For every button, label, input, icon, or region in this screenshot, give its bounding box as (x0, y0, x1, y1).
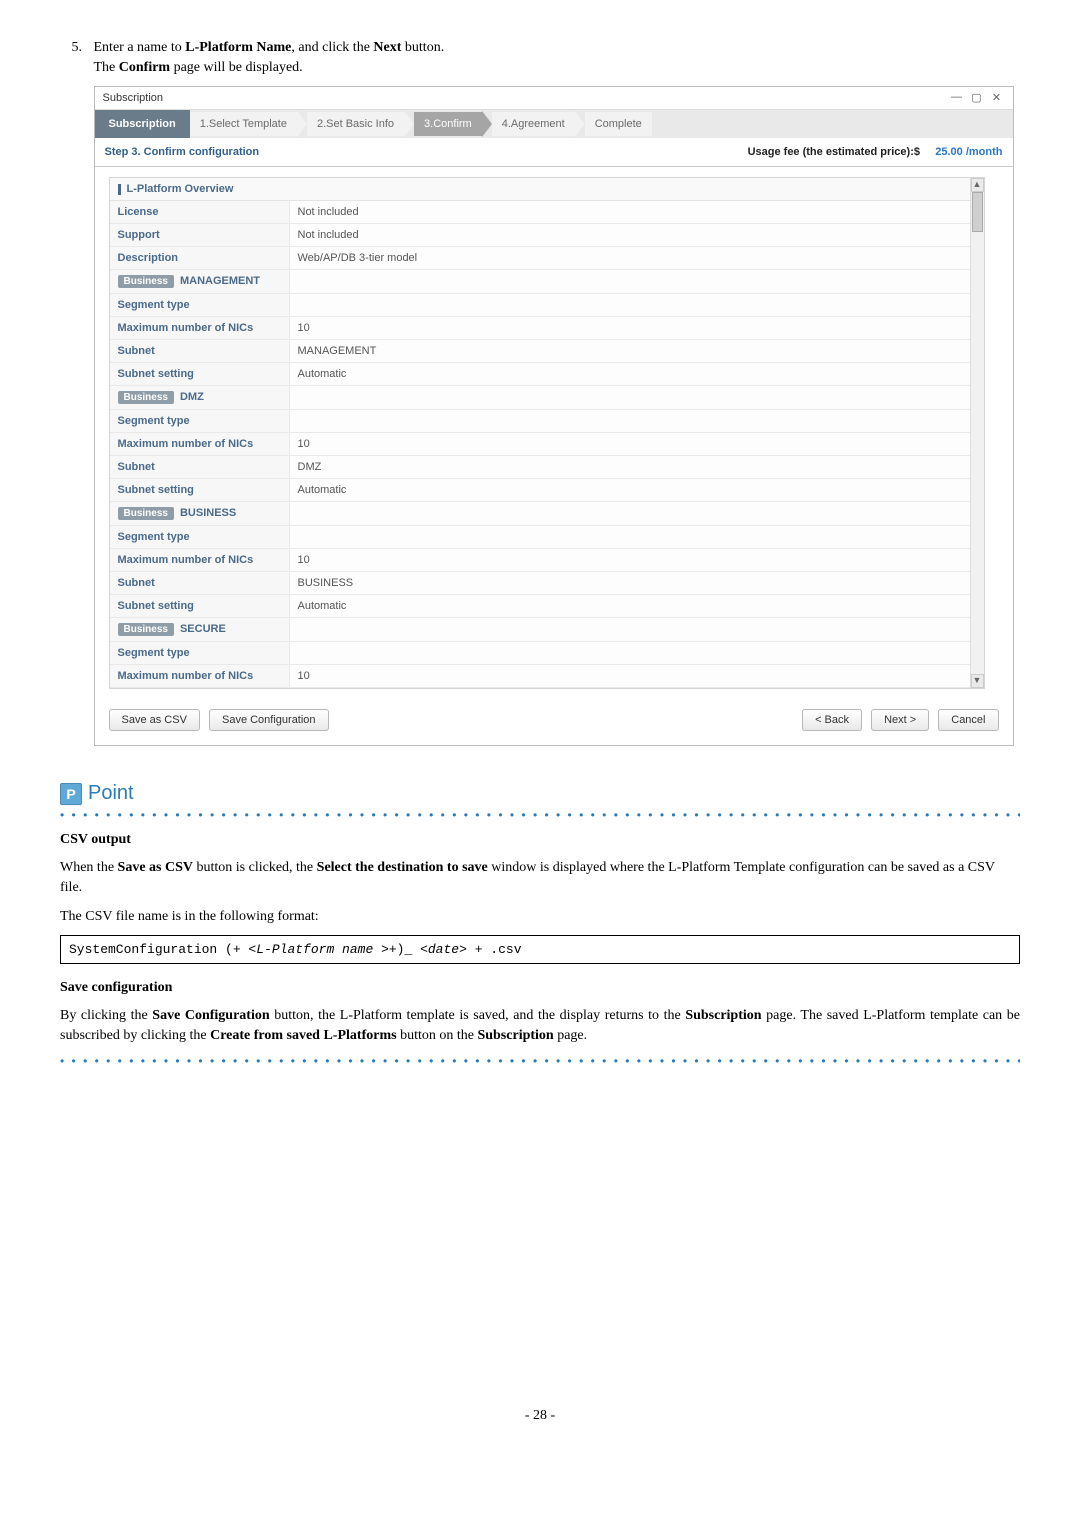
section-bar-icon (118, 184, 121, 195)
scroll-down-icon[interactable]: ▼ (971, 674, 984, 688)
chevron-right-icon (297, 111, 307, 137)
table-row: Maximum number of NICs10 (110, 317, 984, 340)
vertical-scrollbar[interactable]: ▲ ▼ (970, 178, 984, 688)
business-badge: Business (118, 623, 174, 636)
crumb-complete[interactable]: Complete (585, 112, 652, 136)
app-window: Subscription — ▢ ✕ Subscription 1.Select… (94, 86, 1014, 746)
table-row: Segment type (110, 410, 984, 433)
save-configuration-button[interactable]: Save Configuration (209, 709, 329, 731)
divider-dots-top: • • • • • • • • • • • • • • • • • • • • … (60, 808, 1020, 822)
step-number: 5. (60, 40, 90, 56)
cancel-button[interactable]: Cancel (938, 709, 998, 731)
table-row: SubnetDMZ (110, 456, 984, 479)
tab-subscription[interactable]: Subscription (95, 110, 190, 138)
row-description: DescriptionWeb/AP/DB 3-tier model (110, 247, 984, 270)
step-header-bar: Step 3. Confirm configuration Usage fee … (95, 138, 1013, 167)
table-row: SubnetMANAGEMENT (110, 340, 984, 363)
chevron-right-icon (404, 111, 414, 137)
overview-section-header: L-Platform Overview (110, 178, 984, 201)
row-license: LicenseNot included (110, 201, 984, 224)
back-button[interactable]: < Back (802, 709, 862, 731)
table-row: SubnetBUSINESS (110, 572, 984, 595)
window-maximize-icon[interactable]: ▢ (969, 91, 985, 105)
window-titlebar: Subscription — ▢ ✕ (95, 87, 1013, 110)
usage-fee: Usage fee (the estimated price):$ 25.00 … (748, 146, 1003, 158)
step-title: Step 3. Confirm configuration (105, 146, 260, 158)
scroll-thumb[interactable] (972, 192, 983, 232)
step-line-2: The Confirm page will be displayed. (94, 60, 994, 76)
business-badge: Business (118, 391, 174, 404)
point-icon: P (60, 783, 82, 805)
table-row: Segment type (110, 294, 984, 317)
table-row: Maximum number of NICs10 (110, 549, 984, 572)
crumb-2-set-basic-info[interactable]: 2.Set Basic Info (307, 112, 404, 136)
page-number: - 28 - (60, 1408, 1020, 1424)
step-line-1: Enter a name to L-Platform Name, and cli… (94, 40, 994, 56)
table-row: Maximum number of NICs10 (110, 665, 984, 688)
csv-output-para-2: The CSV file name is in the following fo… (60, 907, 1020, 927)
window-close-icon[interactable]: ✕ (989, 91, 1005, 105)
save-configuration-para: By clicking the Save Configuration butto… (60, 1006, 1020, 1047)
segment-header-secure: BusinessSECURE (110, 618, 984, 642)
footer-bar: Save as CSV Save Configuration < Back Ne… (95, 693, 1013, 745)
crumb-4-agreement[interactable]: 4.Agreement (492, 112, 575, 136)
divider-dots-bottom: • • • • • • • • • • • • • • • • • • • • … (60, 1054, 1020, 1068)
save-as-csv-button[interactable]: Save as CSV (109, 709, 200, 731)
scroll-up-icon[interactable]: ▲ (971, 178, 984, 192)
step-item: 5. Enter a name to L-Platform Name, and … (60, 40, 1020, 746)
csv-output-para-1: When the Save as CSV button is clicked, … (60, 858, 1020, 899)
chevron-right-icon (482, 111, 492, 137)
crumb-1-select-template[interactable]: 1.Select Template (190, 112, 297, 136)
next-button[interactable]: Next > (871, 709, 929, 731)
point-callout: P Point • • • • • • • • • • • • • • • • … (60, 782, 1020, 1068)
wizard-tabs: Subscription 1.Select Template 2.Set Bas… (95, 110, 1013, 138)
config-scroll-area: ▲ ▼ L-Platform Overview LicenseNot inclu… (109, 177, 985, 689)
table-row: Maximum number of NICs10 (110, 433, 984, 456)
crumb-3-confirm[interactable]: 3.Confirm (414, 112, 482, 136)
segment-header-dmz: BusinessDMZ (110, 386, 984, 410)
business-badge: Business (118, 275, 174, 288)
business-badge: Business (118, 507, 174, 520)
chevron-right-icon (575, 111, 585, 137)
table-row: Subnet settingAutomatic (110, 479, 984, 502)
table-row: Segment type (110, 642, 984, 665)
row-support: SupportNot included (110, 224, 984, 247)
table-row: Subnet settingAutomatic (110, 595, 984, 618)
csv-output-heading: CSV output (60, 832, 1020, 848)
save-configuration-heading: Save configuration (60, 980, 1020, 996)
segment-header-business: BusinessBUSINESS (110, 502, 984, 526)
window-title: Subscription (103, 92, 164, 104)
segment-header-management: BusinessMANAGEMENT (110, 270, 984, 294)
point-title: Point (88, 782, 134, 805)
csv-filename-format-code: SystemConfiguration (+ <L-Platform name … (60, 935, 1020, 964)
window-minimize-icon[interactable]: — (949, 91, 965, 105)
table-row: Segment type (110, 526, 984, 549)
table-row: Subnet settingAutomatic (110, 363, 984, 386)
